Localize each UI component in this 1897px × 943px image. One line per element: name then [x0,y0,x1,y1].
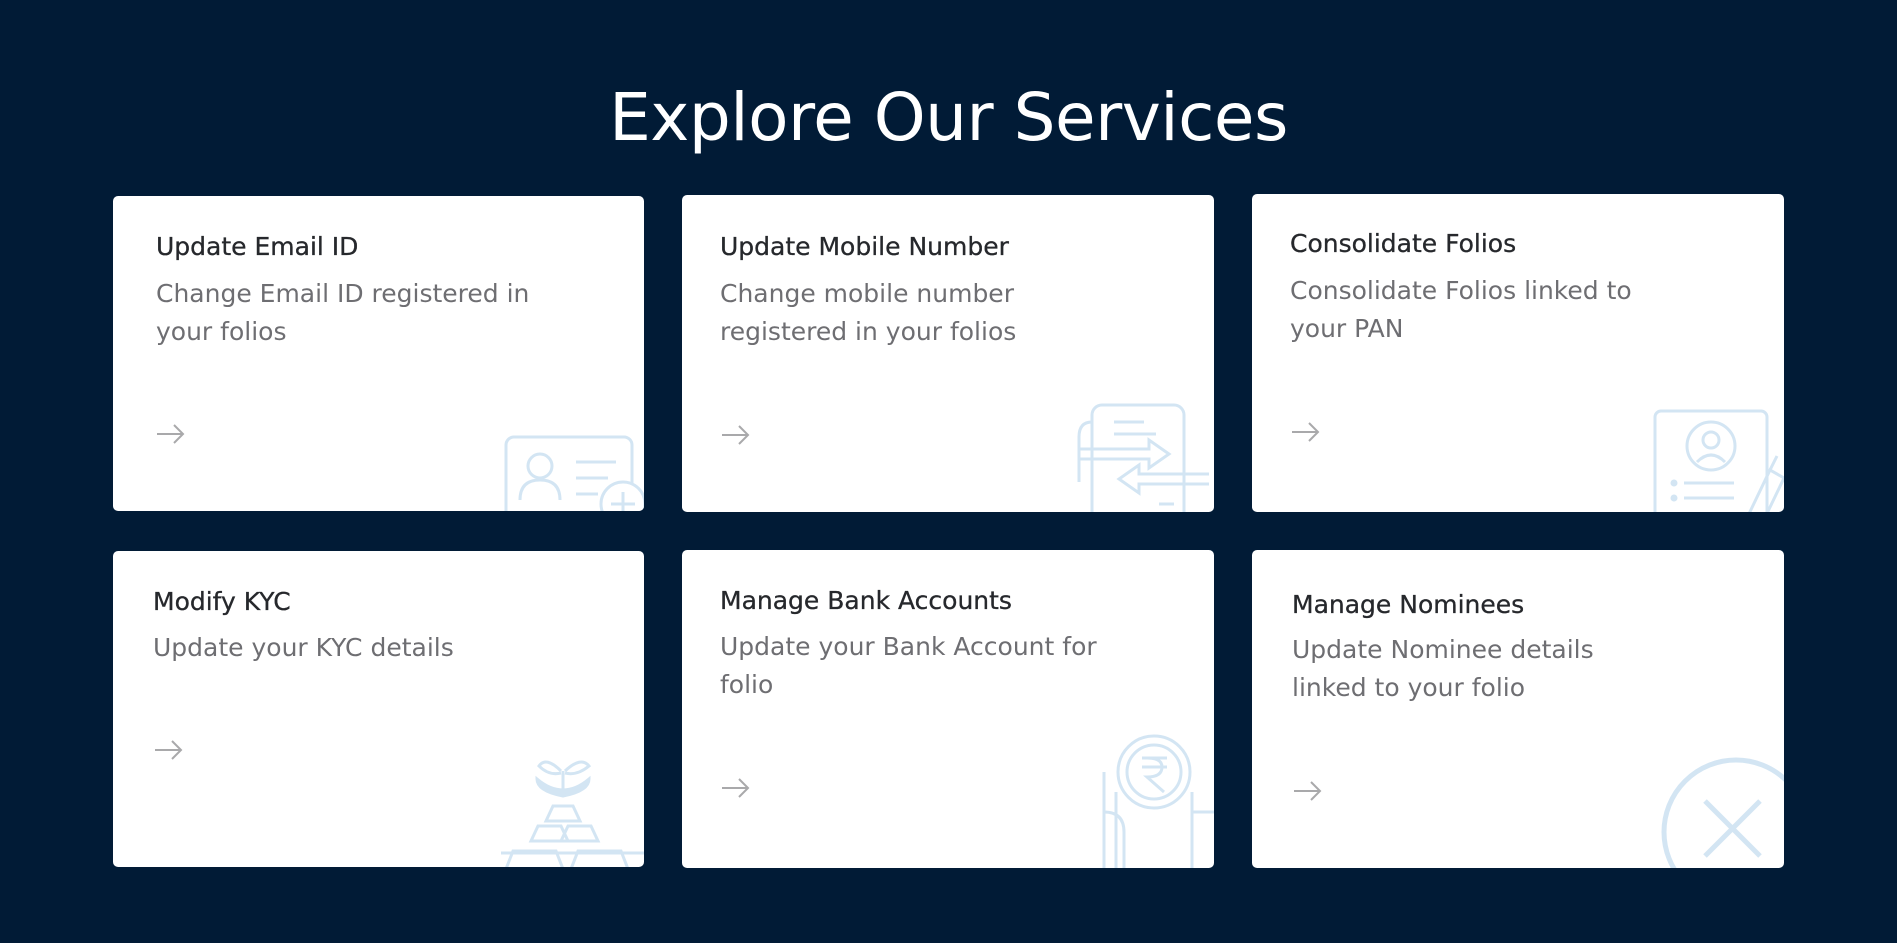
card-title: Update Email ID [156,232,359,261]
service-card-manage-nominees[interactable]: Manage Nominees Update Nominee details l… [1252,550,1784,868]
arrow-right-icon[interactable] [155,423,187,445]
card-title: Manage Bank Accounts [720,586,1012,615]
service-card-update-email[interactable]: Update Email ID Change Email ID register… [113,196,644,511]
arrow-right-icon[interactable] [720,424,752,446]
card-description: Update your KYC details [153,633,454,662]
card-title: Consolidate Folios [1290,229,1517,258]
arrow-right-icon[interactable] [1292,780,1324,802]
card-description: Change Email ID registered in your folio… [156,279,530,346]
card-description: Consolidate Folios linked to your PAN [1290,276,1632,343]
card-title: Update Mobile Number [720,232,1009,261]
card-description: Update Nominee details linked to your fo… [1292,635,1594,702]
plant-gold-icon [501,760,644,867]
close-circle-icon [1661,757,1784,868]
phone-transfer-icon [1077,403,1209,512]
arrow-right-icon[interactable] [1290,421,1322,443]
arrow-right-icon[interactable] [153,739,185,761]
card-description: Update your Bank Account for folio [720,632,1097,699]
profile-document-icon [1653,409,1784,512]
services-page: Explore Our Services Update Email ID Cha… [0,0,1897,943]
page-title: Explore Our Services [609,79,1288,156]
service-card-manage-bank-accounts[interactable]: Manage Bank Accounts Update your Bank Ac… [682,550,1214,868]
arrow-right-icon[interactable] [720,777,752,799]
service-card-update-mobile[interactable]: Update Mobile Number Change mobile numbe… [682,195,1214,512]
card-title: Modify KYC [153,587,291,616]
service-card-modify-kyc[interactable]: Modify KYC Update your KYC details [113,551,644,867]
card-description: Change mobile number registered in your … [720,279,1017,346]
service-card-consolidate-folios[interactable]: Consolidate Folios Consolidate Folios li… [1252,194,1784,512]
rupee-coin-icon [1102,734,1214,868]
id-card-icon [504,435,644,511]
card-title: Manage Nominees [1292,590,1525,619]
